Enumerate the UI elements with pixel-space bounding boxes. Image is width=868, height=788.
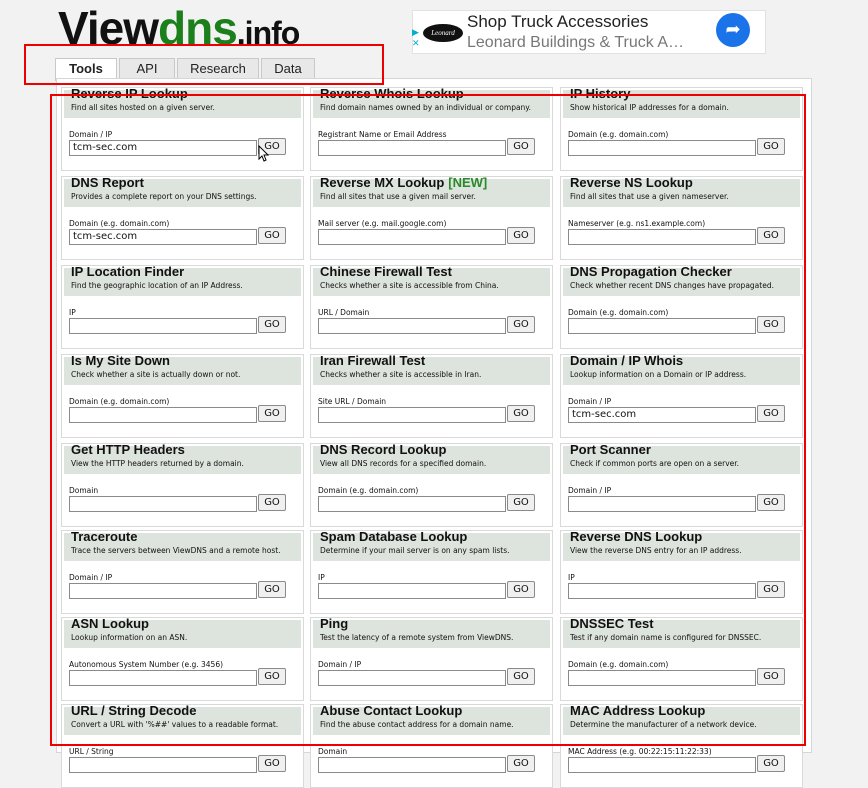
ad-brand-logo: Leonard bbox=[423, 24, 463, 42]
tabs-highlight-box bbox=[24, 44, 384, 85]
url-string-decode-input[interactable] bbox=[69, 757, 257, 773]
field-label: URL / String bbox=[69, 747, 114, 756]
field-label: MAC Address (e.g. 00:22:15:11:22:33) bbox=[568, 747, 712, 756]
ad-subtitle[interactable]: Leonard Buildings & Truck A… bbox=[467, 34, 684, 52]
url-string-decode-go-button[interactable]: GO bbox=[258, 755, 286, 772]
mac-address-lookup-go-button[interactable]: GO bbox=[757, 755, 785, 772]
mac-address-lookup-input[interactable] bbox=[568, 757, 756, 773]
ad-directions-icon[interactable]: ➦ bbox=[716, 13, 750, 47]
abuse-contact-lookup-go-button[interactable]: GO bbox=[507, 755, 535, 772]
field-label: Domain bbox=[318, 747, 348, 756]
ad-choices-icon[interactable]: ▶ ✕ bbox=[412, 28, 422, 50]
tools-highlight-box bbox=[50, 94, 806, 746]
mouse-cursor-icon bbox=[258, 145, 270, 162]
ad-banner[interactable]: Leonard Shop Truck Accessories Leonard B… bbox=[412, 10, 766, 54]
abuse-contact-lookup-input[interactable] bbox=[318, 757, 506, 773]
ad-title[interactable]: Shop Truck Accessories bbox=[467, 12, 648, 32]
